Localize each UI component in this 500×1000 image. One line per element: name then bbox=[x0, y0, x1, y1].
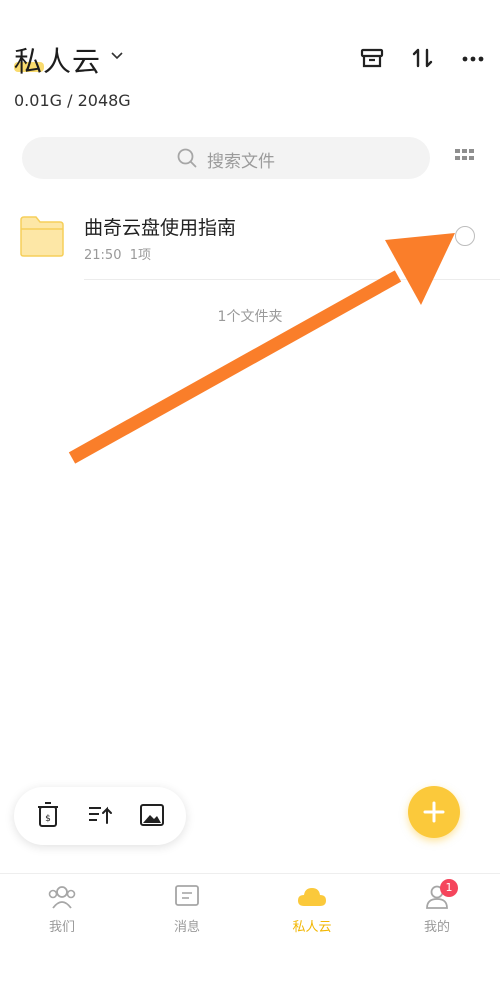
cloud-icon bbox=[298, 888, 326, 906]
add-button[interactable] bbox=[408, 786, 460, 838]
file-item-count: 1项 bbox=[129, 248, 152, 263]
nav-item-me[interactable]: 我的 bbox=[397, 884, 477, 935]
upload-list-icon[interactable] bbox=[87, 801, 115, 829]
nav-item-private-cloud[interactable]: 私人云 bbox=[272, 884, 352, 935]
search-placeholder: 搜索文件 bbox=[207, 152, 275, 172]
page-title[interactable]: 私人云 bbox=[14, 40, 101, 80]
nav-label-private-cloud: 私人云 bbox=[292, 920, 332, 935]
svg-text:$: $ bbox=[45, 814, 51, 824]
archive-icon[interactable] bbox=[358, 44, 386, 72]
chevron-down-icon[interactable] bbox=[110, 49, 124, 63]
divider bbox=[84, 279, 500, 280]
file-meta: 21:50 1项 bbox=[84, 244, 151, 263]
recycle-bin-icon[interactable]: $ bbox=[36, 801, 60, 829]
more-icon[interactable] bbox=[459, 44, 487, 72]
plus-icon bbox=[423, 801, 445, 823]
select-radio[interactable] bbox=[455, 226, 475, 246]
folder-count: 1个文件夹 bbox=[217, 309, 283, 325]
storage-usage: 0.01G / 2048G bbox=[14, 91, 131, 110]
file-time: 21:50 bbox=[84, 248, 122, 263]
nav-divider bbox=[0, 873, 500, 874]
nav-item-we[interactable]: 我们 bbox=[22, 884, 102, 935]
notification-badge: 1 bbox=[440, 879, 458, 897]
nav-label-messages: 消息 bbox=[173, 920, 200, 935]
people-icon bbox=[48, 886, 76, 909]
nav-label-we: 我们 bbox=[48, 920, 75, 935]
image-icon[interactable] bbox=[139, 801, 165, 829]
sort-icon[interactable] bbox=[409, 44, 437, 72]
file-name: 曲奇云盘使用指南 bbox=[84, 217, 237, 239]
folder-icon bbox=[20, 216, 64, 257]
nav-item-messages[interactable]: 消息 bbox=[147, 884, 227, 935]
grid-view-icon[interactable] bbox=[455, 149, 475, 167]
message-icon bbox=[175, 885, 199, 906]
nav-label-me: 我的 bbox=[423, 920, 450, 935]
search-icon bbox=[177, 148, 197, 168]
